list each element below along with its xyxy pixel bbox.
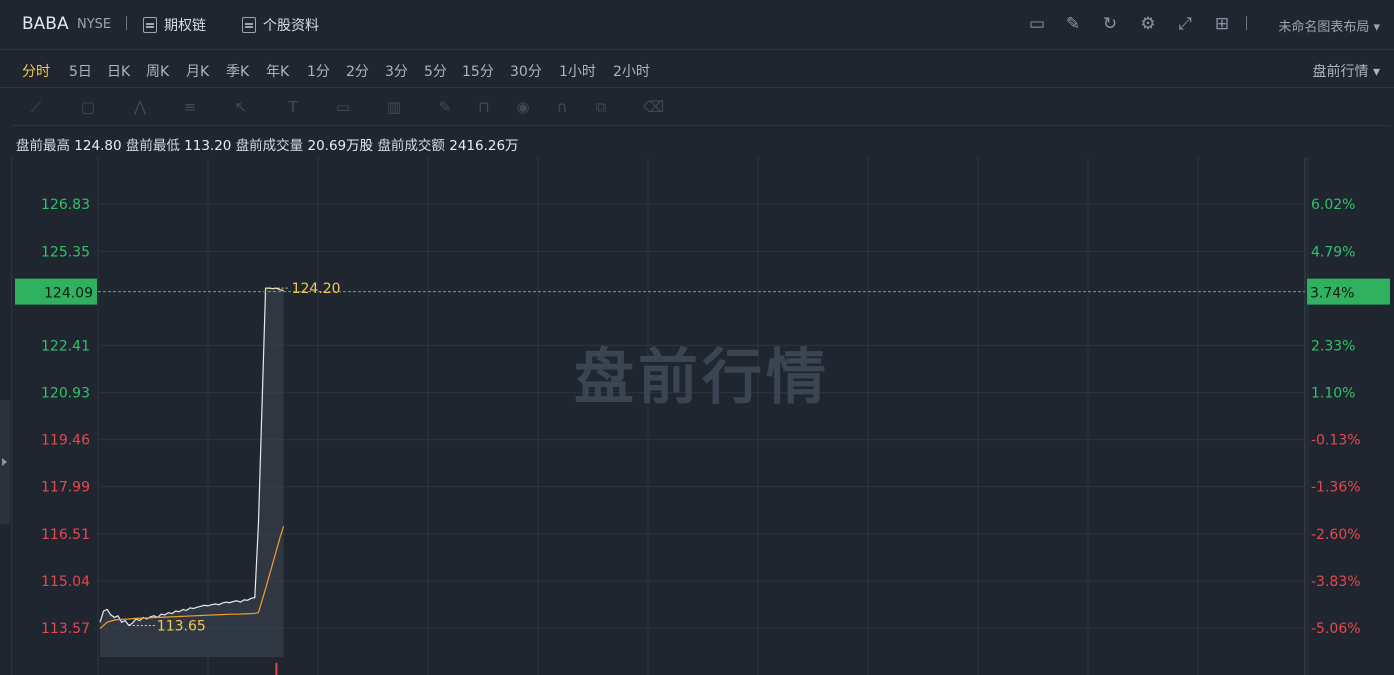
high-marker-label: 124.20 [292,281,341,297]
chart-grid [12,157,1309,675]
y-tick-left: 119.46 [41,433,90,449]
y-tick-left: 116.51 [41,527,90,543]
y-tick-right: 4.79% [1311,244,1355,260]
low-marker-label: 113.65 [157,618,206,634]
chart-watermark: 盘前行情 [574,343,830,413]
y-tick-right: -0.13% [1311,433,1361,449]
current-price-label: 124.09 [44,286,93,302]
y-tick-right: -5.06% [1311,621,1361,637]
y-tick-right: 2.33% [1311,338,1355,354]
y-tick-left: 126.83 [41,197,90,213]
price-chart[interactable]: 盘前行情 126.83 6.02% 125.35 4.79% 122.41 2.33% 12… [0,0,1394,675]
y-tick-right: -1.36% [1311,480,1361,496]
y-tick-left: 122.41 [41,338,90,354]
y-tick-left: 120.93 [41,386,90,402]
y-tick-right: -3.83% [1311,574,1361,590]
y-tick-right: 6.02% [1311,197,1355,213]
y-tick-left: 125.35 [41,244,90,260]
y-tick-right: 1.10% [1311,386,1355,402]
current-change-label: 3.74% [1310,286,1354,302]
y-tick-left: 117.99 [41,480,90,496]
y-tick-left: 115.04 [41,574,90,590]
y-tick-left: 113.57 [41,621,90,637]
y-tick-right: -2.60% [1311,527,1361,543]
plot-area [12,157,1306,675]
